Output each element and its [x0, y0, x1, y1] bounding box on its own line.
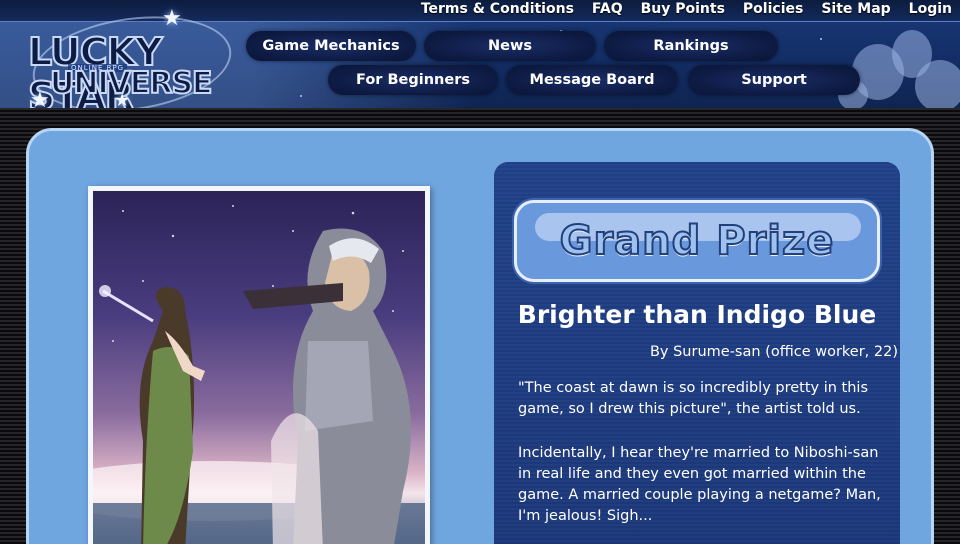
nav-rankings[interactable]: Rankings [604, 31, 778, 61]
nav-news[interactable]: News [424, 31, 596, 61]
nav-support[interactable]: Support [688, 65, 860, 95]
buy-points-link[interactable]: Buy Points [641, 1, 725, 17]
artwork-illustration [93, 205, 425, 544]
winning-artwork [88, 186, 430, 544]
badge-label: Grand Prize [559, 217, 835, 265]
artist-credit: By Surume-san (office worker, 22) [649, 344, 898, 360]
artist-quote: "The coast at dawn is so incredibly pret… [518, 380, 869, 417]
nav-game-mechanics[interactable]: Game Mechanics [246, 31, 416, 61]
policies-link[interactable]: Policies [743, 1, 803, 17]
character-silhouette [915, 60, 960, 108]
site-header: Terms & Conditions FAQ Buy Points Polici… [0, 0, 960, 108]
login-link[interactable]: Login [909, 1, 952, 17]
star-icon: ★ [162, 6, 182, 31]
sparkle [300, 95, 302, 97]
site-logo[interactable]: LUCKY STAR ONLINE RPG UNIVERSE ★ ★ ★ [22, 4, 238, 108]
grand-prize-badge: Grand Prize [514, 200, 880, 282]
nav-for-beginners[interactable]: For Beginners [328, 65, 498, 95]
site-map-link[interactable]: Site Map [821, 1, 890, 17]
artwork-title: Brighter than Indigo Blue [517, 300, 877, 329]
logo-line2: UNIVERSE [49, 65, 214, 102]
sparkle [820, 38, 822, 40]
editor-comment: Incidentally, I hear they're married to … [518, 445, 881, 524]
star-icon: ★ [114, 90, 131, 108]
star-icon: ★ [30, 88, 50, 108]
nav-message-board[interactable]: Message Board [506, 65, 678, 95]
terms-link[interactable]: Terms & Conditions [421, 1, 574, 17]
utility-links: Terms & Conditions FAQ Buy Points Polici… [421, 1, 952, 17]
faq-link[interactable]: FAQ [592, 1, 623, 17]
